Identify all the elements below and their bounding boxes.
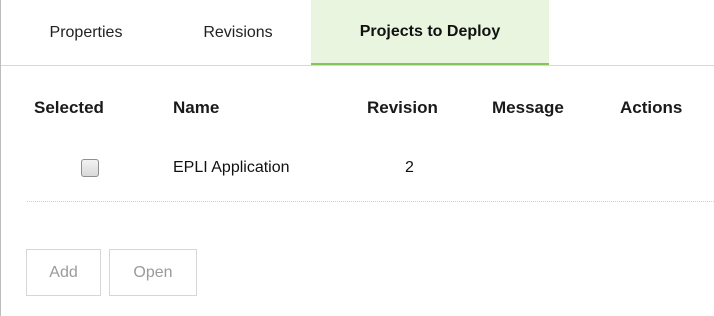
tab-properties[interactable]: Properties bbox=[21, 0, 151, 65]
row-revision: 2 bbox=[405, 159, 414, 176]
tab-projects-to-deploy-label: Projects to Deploy bbox=[359, 22, 501, 40]
column-header-message: Message bbox=[492, 98, 564, 117]
projects-panel: Properties Revisions Projects to Deploy … bbox=[0, 0, 714, 316]
add-button[interactable]: Add bbox=[26, 249, 101, 296]
column-header-revision: Revision bbox=[367, 98, 438, 117]
column-header-actions: Actions bbox=[620, 98, 683, 117]
open-button[interactable]: Open bbox=[109, 249, 197, 296]
table-row[interactable]: EPLI Application 2 bbox=[27, 139, 714, 202]
row-select-checkbox[interactable] bbox=[81, 159, 99, 177]
tab-projects-to-deploy[interactable]: Projects to Deploy bbox=[311, 0, 549, 65]
tab-revisions-label: Revisions bbox=[203, 23, 273, 41]
tab-revisions[interactable]: Revisions bbox=[173, 0, 303, 65]
column-header-selected: Selected bbox=[34, 98, 104, 117]
tab-properties-label: Properties bbox=[49, 23, 123, 41]
column-header-name: Name bbox=[173, 98, 220, 117]
open-button-label: Open bbox=[133, 263, 173, 281]
tab-bar: Properties Revisions Projects to Deploy bbox=[1, 0, 714, 66]
add-button-label: Add bbox=[49, 263, 78, 281]
row-name: EPLI Application bbox=[173, 159, 290, 176]
